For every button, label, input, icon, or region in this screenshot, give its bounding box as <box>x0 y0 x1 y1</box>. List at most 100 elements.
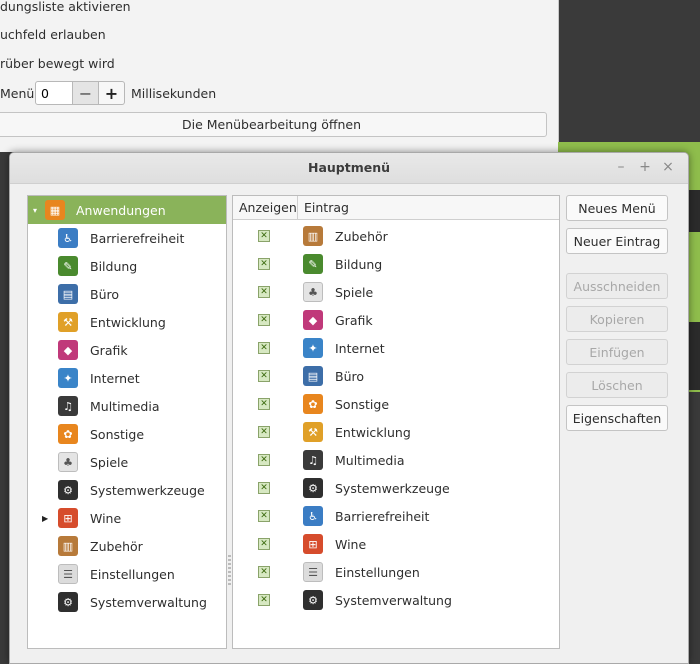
other-icon: ✿ <box>58 424 78 444</box>
tree-item[interactable]: ◆ Grafik <box>28 336 226 364</box>
list-item-label: Multimedia <box>335 452 405 468</box>
new-menu-button[interactable]: Neues Menü <box>566 195 668 221</box>
show-checkbox[interactable]: ✕ <box>258 398 270 410</box>
list-item-label: Einstellungen <box>335 564 420 580</box>
tree-item-label: Büro <box>90 286 120 302</box>
entry-list[interactable]: Anzeigen Eintrag ✕ ▥ Zubehör ✕ ✎ Bildung ✕ ♣ Spi… <box>232 195 560 649</box>
list-item[interactable]: ✕ ⊞ Wine <box>233 530 559 558</box>
tree-item-applications[interactable]: ▾ ▦ Anwendungen <box>28 196 226 224</box>
development-icon: ⚒ <box>58 312 78 332</box>
titlebar[interactable]: Hauptmenü – + × <box>10 153 688 184</box>
bg-option-label-2: uchfeld erlauben <box>0 27 106 42</box>
tree-item[interactable]: ▶ ⊞ Wine <box>28 504 226 532</box>
list-item-label: Grafik <box>335 312 373 328</box>
games-icon: ♣ <box>303 282 323 302</box>
tree-item[interactable]: ✎ Bildung <box>28 252 226 280</box>
tree-item[interactable]: ♣ Spiele <box>28 448 226 476</box>
show-checkbox[interactable]: ✕ <box>258 482 270 494</box>
bg-option-label-3: rüber bewegt wird <box>0 56 115 71</box>
tree-item[interactable]: ⚙ Systemwerkzeuge <box>28 476 226 504</box>
list-item[interactable]: ✕ ⚙ Systemverwaltung <box>233 586 559 614</box>
list-item-label: Spiele <box>335 284 374 300</box>
list-item[interactable]: ✕ ▤ Büro <box>233 362 559 390</box>
list-item-label: Wine <box>335 536 367 552</box>
list-item[interactable]: ✕ ▥ Zubehör <box>233 222 559 250</box>
list-item-label: Bildung <box>335 256 383 272</box>
list-item-label: Sonstige <box>335 396 390 412</box>
tree-item[interactable]: ▥ Zubehör <box>28 532 226 560</box>
main-menu-dialog: Hauptmenü – + × ▾ ▦ Anwendungen ♿ Barrier… <box>9 152 689 664</box>
multimedia-icon: ♫ <box>303 450 323 470</box>
pane-resize-handle[interactable] <box>228 555 231 587</box>
category-tree[interactable]: ▾ ▦ Anwendungen ♿ Barrierefreiheit ✎ Bildun… <box>27 195 227 649</box>
tree-item[interactable]: ♫ Multimedia <box>28 392 226 420</box>
paste-button[interactable]: Einfügen <box>566 339 668 365</box>
new-entry-button[interactable]: Neuer Eintrag <box>566 228 668 254</box>
show-checkbox[interactable]: ✕ <box>258 538 270 550</box>
list-item-label: Barrierefreiheit <box>335 508 430 524</box>
tree-item-label: Barrierefreiheit <box>90 230 185 246</box>
open-menu-editor-button[interactable]: Die Menübearbeitung öffnen <box>0 112 547 137</box>
internet-icon: ✦ <box>58 368 78 388</box>
close-icon[interactable]: × <box>661 159 675 175</box>
list-item[interactable]: ✕ ☰ Einstellungen <box>233 558 559 586</box>
minimize-icon[interactable]: – <box>614 159 628 175</box>
show-checkbox[interactable]: ✕ <box>258 258 270 270</box>
list-item-label: Entwicklung <box>335 424 411 440</box>
list-item[interactable]: ✕ ◆ Grafik <box>233 306 559 334</box>
administration-icon: ⚙ <box>303 590 323 610</box>
settings-icon: ☰ <box>58 564 78 584</box>
administration-icon: ⚙ <box>58 592 78 612</box>
delay-spinbutton[interactable]: − + <box>35 81 125 105</box>
list-item[interactable]: ✕ ♫ Multimedia <box>233 446 559 474</box>
delete-button[interactable]: Löschen <box>566 372 668 398</box>
tree-item[interactable]: ☰ Einstellungen <box>28 560 226 588</box>
tree-item-label: Einstellungen <box>90 566 175 582</box>
list-item-label: Systemwerkzeuge <box>335 480 450 496</box>
tree-item[interactable]: ⚒ Entwicklung <box>28 308 226 336</box>
window-title: Hauptmenü <box>307 160 391 175</box>
settings-icon: ☰ <box>303 562 323 582</box>
decrement-button[interactable]: − <box>73 81 99 105</box>
list-item[interactable]: ✕ ♣ Spiele <box>233 278 559 306</box>
accessibility-icon: ♿ <box>303 506 323 526</box>
show-checkbox[interactable]: ✕ <box>258 342 270 354</box>
copy-button[interactable]: Kopieren <box>566 306 668 332</box>
maximize-icon[interactable]: + <box>638 159 652 175</box>
tree-item[interactable]: ✦ Internet <box>28 364 226 392</box>
expander-closed-icon[interactable]: ▶ <box>42 514 48 523</box>
show-checkbox[interactable]: ✕ <box>258 454 270 466</box>
tree-item[interactable]: ✿ Sonstige <box>28 420 226 448</box>
list-item[interactable]: ✕ ✎ Bildung <box>233 250 559 278</box>
show-checkbox[interactable]: ✕ <box>258 286 270 298</box>
delay-input[interactable] <box>35 81 73 105</box>
increment-button[interactable]: + <box>99 81 125 105</box>
internet-icon: ✦ <box>303 338 323 358</box>
show-checkbox[interactable]: ✕ <box>258 314 270 326</box>
delay-unit-label: Millisekunden <box>131 86 217 101</box>
list-item[interactable]: ✕ ♿ Barrierefreiheit <box>233 502 559 530</box>
show-checkbox[interactable]: ✕ <box>258 566 270 578</box>
show-checkbox[interactable]: ✕ <box>258 594 270 606</box>
games-icon: ♣ <box>58 452 78 472</box>
tree-item[interactable]: ⚙ Systemverwaltung <box>28 588 226 616</box>
properties-button[interactable]: Eigenschaften <box>566 405 668 431</box>
cut-button[interactable]: Ausschneiden <box>566 273 668 299</box>
list-item[interactable]: ✕ ⚙ Systemwerkzeuge <box>233 474 559 502</box>
list-item[interactable]: ✕ ✿ Sonstige <box>233 390 559 418</box>
show-checkbox[interactable]: ✕ <box>258 230 270 242</box>
list-item-label: Systemverwaltung <box>335 592 452 608</box>
show-checkbox[interactable]: ✕ <box>258 370 270 382</box>
wine-icon: ⊞ <box>303 534 323 554</box>
show-checkbox[interactable]: ✕ <box>258 510 270 522</box>
list-item[interactable]: ✕ ✦ Internet <box>233 334 559 362</box>
column-header-entry[interactable]: Eintrag <box>298 196 559 220</box>
column-header-show[interactable]: Anzeigen <box>233 196 298 220</box>
tree-item[interactable]: ♿ Barrierefreiheit <box>28 224 226 252</box>
background-settings-window: dungsliste aktivieren uchfeld erlauben r… <box>0 0 559 152</box>
expander-open-icon[interactable]: ▾ <box>33 206 37 215</box>
show-checkbox[interactable]: ✕ <box>258 426 270 438</box>
tree-item[interactable]: ▤ Büro <box>28 280 226 308</box>
list-item[interactable]: ✕ ⚒ Entwicklung <box>233 418 559 446</box>
tree-item-label: Internet <box>90 370 140 386</box>
